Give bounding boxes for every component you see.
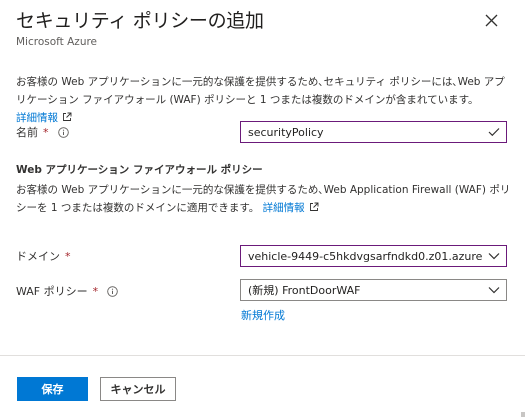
domain-label: ドメイン * [16,248,71,264]
close-button[interactable] [480,9,502,31]
external-link-icon [309,202,319,211]
name-input[interactable]: securityPolicy [240,121,507,143]
close-icon [485,14,497,26]
add-security-policy-panel: セキュリティ ポリシーの追加 Microsoft Azure お客様の Web … [0,0,525,417]
info-icon[interactable] [107,285,118,297]
scrollbar-thumb[interactable] [521,412,525,417]
waf-learn-more-label: 詳細情報 [262,202,305,214]
waf-policy-dropdown-value: (新規) FrontDoorWAF [248,284,361,297]
checkmark-icon [482,127,506,137]
cancel-button[interactable]: キャンセル [100,377,176,401]
name-label: 名前 * [16,124,69,140]
name-input-value: securityPolicy [248,125,324,139]
domain-label-text: ドメイン [16,250,60,263]
save-button[interactable]: 保存 [17,377,88,401]
intro-learn-more-label: 詳細情報 [16,112,58,124]
external-link-icon [63,112,72,121]
waf-learn-more-link[interactable]: 詳細情報 [263,202,319,214]
page-title: セキュリティ ポリシーの追加 [16,10,264,32]
waf-description: お客様の Web アプリケーションに一元的な保護を提供するため､Web Appl… [16,181,511,217]
intro-text: お客様の Web アプリケーションに一元的な保護を提供するため､セキュリティ ポ… [16,76,505,106]
create-new-waf-link[interactable]: 新規作成 [241,307,285,323]
page-subtitle: Microsoft Azure [16,36,98,48]
waf-policy-required-marker: * [92,284,99,298]
intro-description: お客様の Web アプリケーションに一元的な保護を提供するため､セキュリティ ポ… [16,73,511,127]
footer-divider [0,355,525,356]
domain-dropdown-value: vehicle-9449-c5hkdvgsarfndkd0.z01.azuref… [248,249,482,263]
waf-policy-label: WAF ポリシー * [16,283,118,299]
domain-dropdown[interactable]: vehicle-9449-c5hkdvgsarfndkd0.z01.azuref… [240,245,507,267]
name-label-text: 名前 [16,126,38,139]
domain-required-marker: * [65,249,71,263]
waf-policy-dropdown[interactable]: (新規) FrontDoorWAF [240,279,507,301]
waf-section-title: Web アプリケーション ファイアウォール ポリシー [16,164,263,176]
info-icon[interactable] [57,126,69,138]
name-required-marker: * [43,125,49,139]
chevron-down-icon [482,286,506,294]
intro-learn-more-link[interactable]: 詳細情報 [16,112,72,124]
chevron-down-icon [482,252,506,260]
waf-policy-label-text: WAF ポリシー [16,285,88,298]
